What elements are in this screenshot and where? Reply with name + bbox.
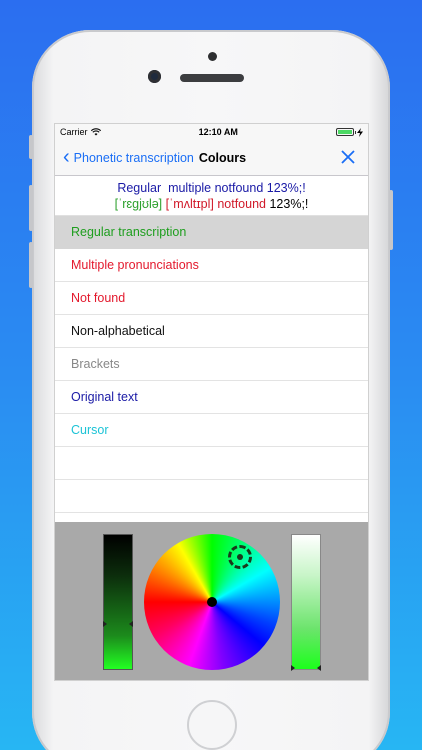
mute-switch [29, 135, 33, 159]
hue-wheel[interactable] [144, 534, 280, 670]
colour-row[interactable]: Brackets [55, 348, 368, 381]
earpiece-speaker [180, 74, 244, 82]
front-camera [148, 70, 161, 83]
preview-line-original: Regular multiple notfound 123%;! [55, 180, 368, 196]
empty-row [55, 447, 368, 480]
colour-category-list: Regular transcription Multiple pronunciat… [55, 216, 368, 546]
preview-segment: notfound [214, 181, 267, 195]
home-button[interactable] [187, 700, 237, 750]
page-title: Colours [198, 150, 247, 165]
colour-row-label: Regular transcription [71, 225, 187, 239]
colour-row-label: Brackets [71, 357, 120, 371]
preview-segment: [ˈrɛɡjʊlə] [114, 197, 163, 211]
status-bar: Carrier 12:10 AM [55, 124, 368, 140]
slider-handle-right[interactable] [129, 621, 133, 627]
selection-reticle-icon[interactable] [228, 545, 252, 569]
preview-segment: Regular [117, 181, 169, 195]
colour-row-label: Original text [71, 390, 138, 404]
slider-handle-left[interactable] [103, 621, 107, 627]
preview-segment: notfound [213, 197, 270, 211]
colour-row-label: Cursor [71, 423, 109, 437]
power-button [389, 190, 393, 250]
colour-row[interactable]: Non-alphabetical [55, 315, 368, 348]
colour-row[interactable]: Original text [55, 381, 368, 414]
volume-down-button [29, 242, 33, 288]
navigation-bar: ‹ Phonetic transcription Colours [55, 140, 368, 176]
colour-row-label: Multiple pronunciations [71, 258, 199, 272]
back-button[interactable]: ‹ Phonetic transcription [63, 145, 194, 168]
carrier-group: Carrier [60, 127, 101, 137]
colour-row-label: Not found [71, 291, 126, 305]
preview-segment: 123%;! [269, 197, 309, 211]
close-icon[interactable] [340, 149, 356, 165]
colour-row[interactable]: Multiple pronunciations [55, 249, 368, 282]
preview-segment: 123%;! [266, 181, 306, 195]
chevron-left-icon: ‹ [63, 145, 70, 168]
back-label: Phonetic transcription [73, 150, 194, 165]
preview-segment: multiple [168, 181, 215, 195]
empty-row [55, 480, 368, 513]
slider-handle-left[interactable] [291, 665, 295, 671]
slider-handle-right[interactable] [317, 665, 321, 671]
colour-row[interactable]: Not found [55, 282, 368, 315]
proximity-sensor [208, 52, 217, 61]
colour-row-label: Non-alphabetical [71, 324, 165, 338]
preview-line-transcription: [ˈrɛɡjʊlə] [ˈmʌltɪpl] notfound 123%;! [55, 196, 368, 212]
colour-row[interactable]: Regular transcription [55, 216, 368, 249]
colour-picker [55, 522, 368, 680]
battery-icon [335, 127, 363, 137]
colour-row[interactable]: Cursor [55, 414, 368, 447]
charging-bolt-icon [356, 127, 363, 137]
status-time: 12:10 AM [198, 127, 238, 137]
volume-up-button [29, 185, 33, 231]
carrier-label: Carrier [60, 127, 88, 137]
wheel-center-dot [207, 597, 217, 607]
preview-panel: Regular multiple notfound 123%;! [ˈrɛɡjʊ… [55, 176, 368, 216]
brightness-slider[interactable] [103, 534, 133, 670]
saturation-slider[interactable] [291, 534, 321, 671]
preview-segment: [ˈmʌltɪpl] [165, 197, 214, 211]
screen: Carrier 12:10 AM ‹ Phonetic transcriptio… [54, 123, 369, 681]
wifi-icon [90, 128, 101, 136]
